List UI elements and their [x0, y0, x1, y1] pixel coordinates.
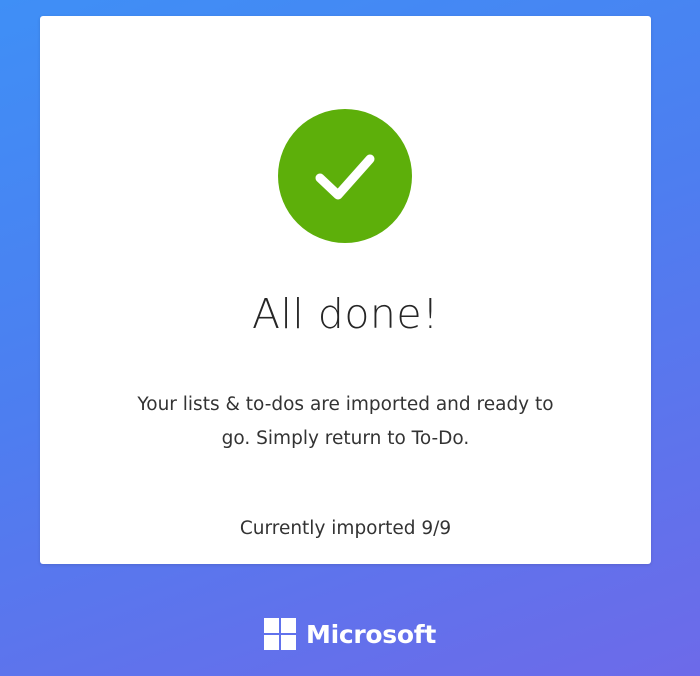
message-line-2: go. Simply return to To-Do. [221, 428, 470, 449]
success-checkmark-icon [278, 109, 412, 243]
completion-message: Your lists & to-dos are imported and rea… [120, 388, 571, 456]
windows-logo-icon [264, 618, 297, 650]
brand-name: Microsoft [306, 619, 436, 649]
checkmark-icon [315, 154, 375, 200]
page-title: All done! [251, 290, 440, 338]
message-line-1: Your lists & to-dos are imported and rea… [137, 394, 554, 415]
footer-branding: Microsoft [0, 618, 700, 650]
import-complete-card: All done! Your lists & to-dos are import… [40, 16, 651, 564]
import-progress-text: Currently imported 9/9 [239, 518, 452, 539]
